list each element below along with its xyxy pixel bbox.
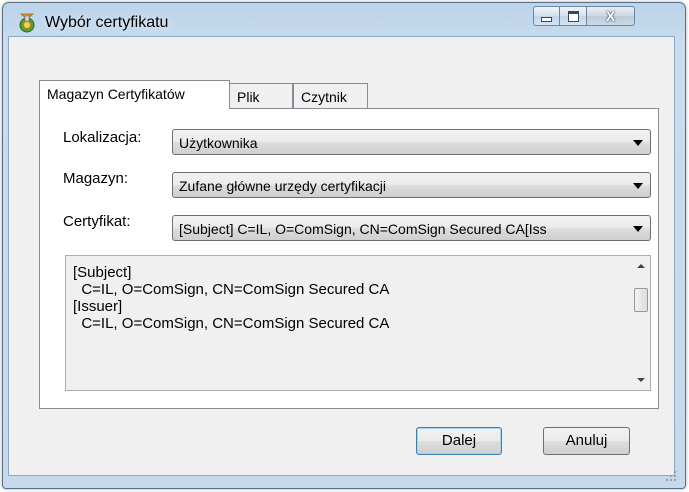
tab-magazyn-certyfikatow[interactable]: Magazyn Certyfikatów — [39, 80, 230, 109]
chevron-down-icon — [633, 183, 643, 189]
location-select[interactable]: Użytkownika — [172, 129, 651, 155]
certificate-label: Certyfikat: — [63, 213, 131, 230]
store-select[interactable]: Zufane główne urzędy certyfikacji — [172, 172, 651, 198]
close-button[interactable]: X — [587, 6, 635, 26]
tab-plik[interactable]: Plik — [230, 83, 293, 108]
certificate-icon — [19, 13, 35, 33]
certificate-value: [Subject] C=IL, O=ComSign, CN=ComSign Se… — [179, 221, 547, 237]
certificate-details-textbox[interactable]: [Subject] C=IL, O=ComSign, CN=ComSign Se… — [65, 255, 651, 391]
details-line: C=IL, O=ComSign, CN=ComSign Secured CA — [73, 281, 390, 298]
scroll-up-icon[interactable] — [637, 264, 645, 268]
scroll-down-icon[interactable] — [637, 378, 645, 382]
cancel-button[interactable]: Anuluj — [543, 427, 630, 455]
title-bar[interactable]: Wybór certyfikatu X — [3, 3, 685, 39]
tab-label: Magazyn Certyfikatów — [47, 86, 185, 102]
next-button[interactable]: Dalej — [416, 427, 502, 455]
minimize-icon — [541, 17, 552, 22]
maximize-icon — [567, 10, 579, 22]
details-line: [Issuer] — [73, 298, 123, 315]
details-line: C=IL, O=ComSign, CN=ComSign Secured CA — [73, 315, 390, 332]
tab-czytnik[interactable]: Czytnik — [293, 83, 368, 108]
maximize-button[interactable] — [560, 6, 587, 26]
scroll-thumb[interactable] — [634, 288, 648, 312]
store-label: Magazyn: — [63, 170, 129, 187]
minimize-button[interactable] — [533, 6, 560, 26]
tab-label: Plik — [237, 89, 260, 105]
location-label: Lokalizacja: — [63, 129, 142, 146]
chevron-down-icon — [633, 226, 643, 232]
resize-grip-icon[interactable] — [665, 470, 677, 482]
store-value: Zufane główne urzędy certyfikacji — [179, 178, 386, 194]
certificate-select[interactable]: [Subject] C=IL, O=ComSign, CN=ComSign Se… — [172, 215, 651, 241]
chevron-down-icon — [633, 140, 643, 146]
certificate-details-text: [Subject] C=IL, O=ComSign, CN=ComSign Se… — [73, 264, 389, 332]
details-line: [Subject] — [73, 264, 132, 281]
window-title: Wybór certyfikatu — [45, 14, 169, 31]
location-value: Użytkownika — [179, 135, 258, 151]
tab-label: Czytnik — [301, 89, 347, 105]
vertical-scrollbar[interactable] — [633, 256, 650, 390]
close-icon: X — [605, 8, 616, 24]
